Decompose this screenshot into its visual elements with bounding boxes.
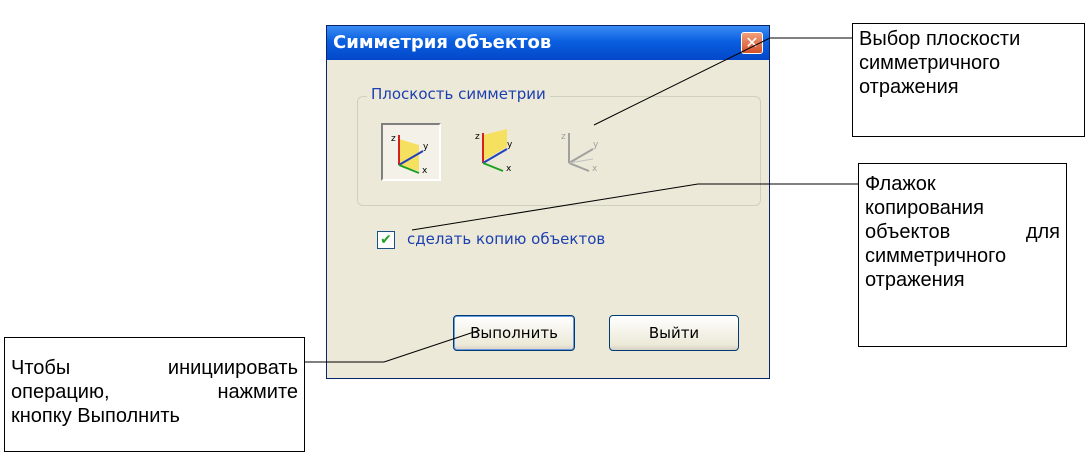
leader-line-plane-2	[593, 37, 771, 126]
callout-line: копирования	[865, 197, 984, 219]
callout-line: операцию, нажмите	[11, 381, 298, 403]
callout-plane-select: Выбор плоскости симметричного отражения	[852, 23, 1085, 137]
callout-line: кнопку Выполнить	[11, 405, 180, 427]
callout-copy-flag: Флажок копирования объектов для симметри…	[858, 163, 1067, 347]
leader-line-copy-2	[411, 183, 699, 231]
callout-line: симметричного	[859, 52, 1001, 74]
callout-line: Выбор плоскости	[859, 28, 1021, 50]
leader-line-exec-2	[383, 329, 481, 363]
callout-line: объектов для	[865, 221, 1060, 243]
callout-line: Чтобы инициировать	[11, 357, 298, 379]
callout-line: отражения	[859, 76, 959, 98]
callout-line: симметричного	[865, 245, 1007, 267]
callout-line: отражения	[865, 269, 965, 291]
callout-execute-hint: Чтобы инициировать операцию, нажмите кно…	[4, 337, 305, 452]
callout-line: Флажок	[865, 173, 936, 195]
